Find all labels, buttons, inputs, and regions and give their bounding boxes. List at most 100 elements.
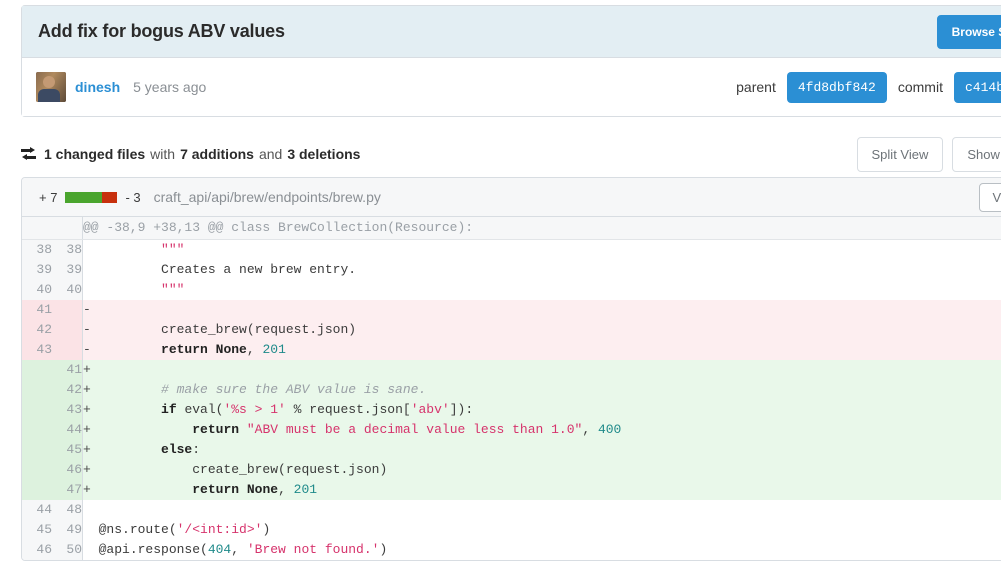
commit-label: commit xyxy=(897,79,943,95)
diff-line-marker: + xyxy=(83,402,99,417)
diff-line-marker xyxy=(83,542,99,557)
commit-date: 5 years ago xyxy=(133,79,207,95)
line-number-new xyxy=(52,300,83,320)
code-token: , xyxy=(278,482,294,497)
hunk-gutter-new xyxy=(52,217,83,240)
commit-panel: Add fix for bogus ABV values Browse Sour… xyxy=(21,5,1001,117)
diff-summary: 1 changed files with 7 additions and 3 d… xyxy=(21,146,360,162)
code-token: 'abv' xyxy=(410,402,450,417)
line-number-new: 48 xyxy=(52,500,83,520)
avatar xyxy=(36,72,66,102)
diff-line-row: 39 39 Creates a new brew entry. xyxy=(22,260,1001,280)
page-title: Add fix for bogus ABV values xyxy=(38,21,285,41)
parent-hash-button[interactable]: 4fd8dbf842 xyxy=(786,71,887,103)
diff-line-content: - create_brew(request.json) xyxy=(82,320,1001,340)
code-token: """ xyxy=(161,282,185,297)
code-token: "ABV must be a decimal value less than 1… xyxy=(246,422,583,437)
code-token: create_brew(request.json) xyxy=(98,322,357,337)
line-number-new: 40 xyxy=(52,280,83,300)
split-view-button[interactable]: Split View xyxy=(856,136,944,172)
code-token: @api.response( xyxy=(98,542,208,557)
diff-line-marker: + xyxy=(83,442,99,457)
parent-label: parent xyxy=(736,79,776,95)
diff-line-content: + if eval('%s > 1' % request.json['abv']… xyxy=(82,400,1001,420)
diff-line-row: 44 48 xyxy=(22,500,1001,520)
line-number-new: 45 xyxy=(52,440,83,460)
code-token: ]): xyxy=(449,402,474,417)
diff-line-content: """ xyxy=(82,280,1001,300)
diff-line-marker: + xyxy=(83,382,99,397)
line-number-new: 44 xyxy=(52,420,83,440)
show-diff-stats-button[interactable]: Show Diff Stats xyxy=(952,136,1001,172)
code-token: Creates a new brew entry. xyxy=(98,262,357,277)
code-token: : xyxy=(192,442,201,457)
diff-line-row: 41 - xyxy=(22,300,1001,320)
line-number-new: 41 xyxy=(52,360,83,380)
file-diff-header: + 7 - 3 craft_api/api/brew/endpoints/bre… xyxy=(22,178,1001,217)
diff-line-content: + return "ABV must be a decimal value le… xyxy=(82,420,1001,440)
diff-line-content: + xyxy=(82,360,1001,380)
code-token: return xyxy=(192,422,240,437)
changed-files-count: 1 changed files xyxy=(44,146,146,162)
diff-bar-graph xyxy=(65,191,118,203)
code-token: return None xyxy=(192,482,279,497)
file-diff-header-left: + 7 - 3 craft_api/api/brew/endpoints/bre… xyxy=(39,189,381,205)
code-token: if xyxy=(161,402,177,417)
code-token: , xyxy=(246,342,263,357)
hunk-gutter-old xyxy=(22,217,52,240)
line-number-old: 46 xyxy=(22,540,52,560)
with-word: with xyxy=(150,146,176,162)
code-token: 400 xyxy=(597,422,622,437)
view-file-button[interactable]: View File xyxy=(979,182,1001,212)
diff-line-content: """ xyxy=(82,239,1001,260)
diff-hunk-header-row: @@ -38,9 +38,13 @@ class BrewCollection(… xyxy=(22,217,1001,240)
additions-count: 7 additions xyxy=(180,146,254,162)
line-number-new xyxy=(52,340,83,360)
code-token: % request.json[ xyxy=(285,402,411,417)
line-number-old: 38 xyxy=(22,239,52,260)
diff-line-row: 40 40 """ xyxy=(22,280,1001,300)
commit-hash-button[interactable]: c414b16057 xyxy=(953,71,1001,103)
diff-line-row: 43 + if eval('%s > 1' % request.json['abv… xyxy=(22,400,1001,420)
line-number-old xyxy=(22,480,52,500)
line-number-new xyxy=(52,320,83,340)
browse-source-button[interactable]: Browse Source xyxy=(936,14,1001,49)
line-number-new: 50 xyxy=(52,540,83,560)
diff-line-row: 47 + return None, 201 xyxy=(22,480,1001,500)
diff-line-row: 42 + # make sure the ABV value is sane. xyxy=(22,380,1001,400)
code-token: '/<int:id>' xyxy=(176,522,263,537)
line-number-old xyxy=(22,440,52,460)
diff-line-marker: - xyxy=(83,322,99,337)
diff-view-controls: Split View Show Diff Stats xyxy=(856,136,1001,172)
code-token: , xyxy=(231,542,247,557)
diff-line-content: @ns.route('/<int:id>') xyxy=(82,520,1001,540)
code-token: 201 xyxy=(293,482,318,497)
author-link[interactable]: dinesh xyxy=(75,79,120,95)
code-token: '%s > 1' xyxy=(223,402,286,417)
code-token: # make sure the ABV value is sane. xyxy=(98,382,427,397)
diff-line-marker: + xyxy=(83,422,99,437)
line-number-new: 47 xyxy=(52,480,83,500)
code-token: @ns.route( xyxy=(98,522,177,537)
code-token: , xyxy=(582,422,598,437)
code-token: eval( xyxy=(176,402,224,417)
code-token: ) xyxy=(262,522,271,537)
line-number-old: 41 xyxy=(22,300,52,320)
code-token: return None xyxy=(161,342,247,357)
diff-table: @@ -38,9 +38,13 @@ class BrewCollection(… xyxy=(22,217,1001,560)
code-token: create_brew(request.json) xyxy=(98,462,388,477)
line-number-old xyxy=(22,380,52,400)
line-number-new: 49 xyxy=(52,520,83,540)
diff-line-row: 41 + xyxy=(22,360,1001,380)
and-word: and xyxy=(258,146,283,162)
diff-line-marker: + xyxy=(83,362,99,377)
diff-line-content: Creates a new brew entry. xyxy=(82,260,1001,280)
diff-line-row: 46 50 @api.response(404, 'Brew not found.… xyxy=(22,540,1001,560)
